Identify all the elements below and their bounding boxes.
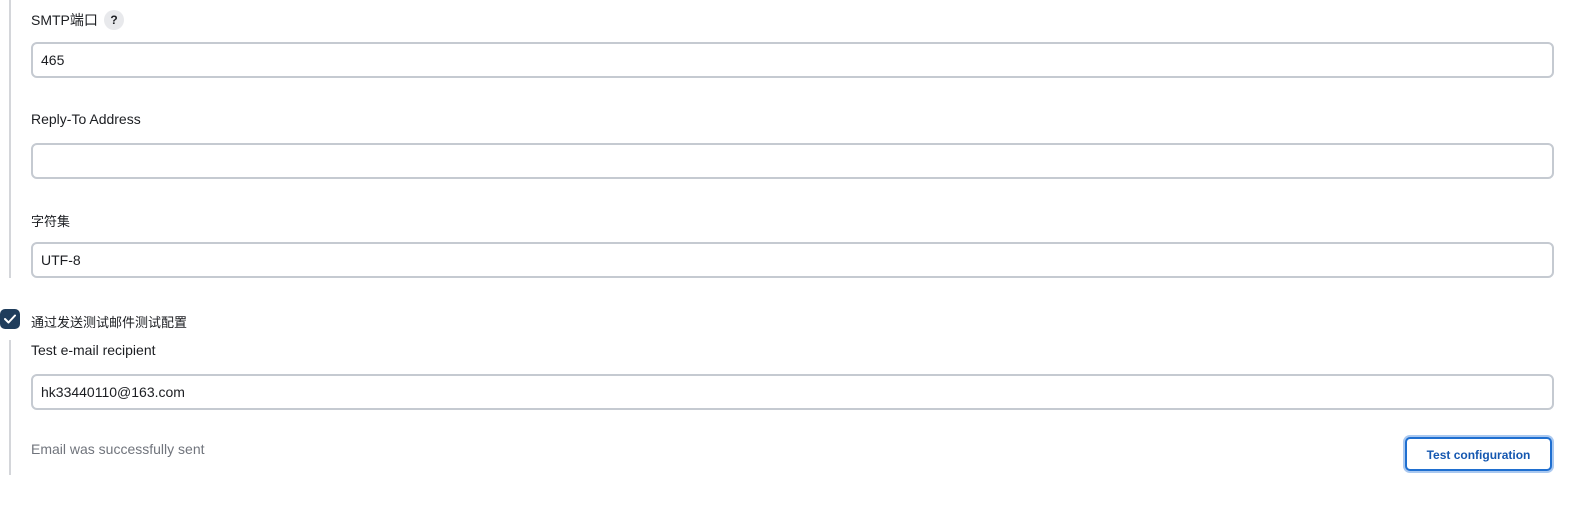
test-configuration-button[interactable]: Test configuration <box>1405 437 1552 471</box>
email-config-section: SMTP端口 ? Reply-To Address 字符集 通过发送测试邮件测试… <box>0 0 1580 512</box>
charset-label: 字符集 <box>31 214 71 229</box>
smtp-port-label: SMTP端口 <box>31 12 98 28</box>
status-message: Email was successfully sent <box>31 441 205 457</box>
test-config-checkbox-label[interactable]: 通过发送测试邮件测试配置 <box>31 312 187 331</box>
help-icon[interactable]: ? <box>104 10 124 30</box>
test-recipient-input[interactable] <box>31 374 1554 410</box>
smtp-port-input[interactable] <box>31 42 1554 78</box>
reply-to-input[interactable] <box>31 143 1554 179</box>
charset-input[interactable] <box>31 242 1554 278</box>
test-recipient-label: Test e-mail recipient <box>31 342 156 358</box>
test-config-checkbox[interactable] <box>0 309 20 329</box>
reply-to-label: Reply-To Address <box>31 111 141 127</box>
section-divider-top <box>9 0 11 278</box>
check-icon <box>4 314 16 324</box>
section-divider-bottom <box>9 340 11 475</box>
